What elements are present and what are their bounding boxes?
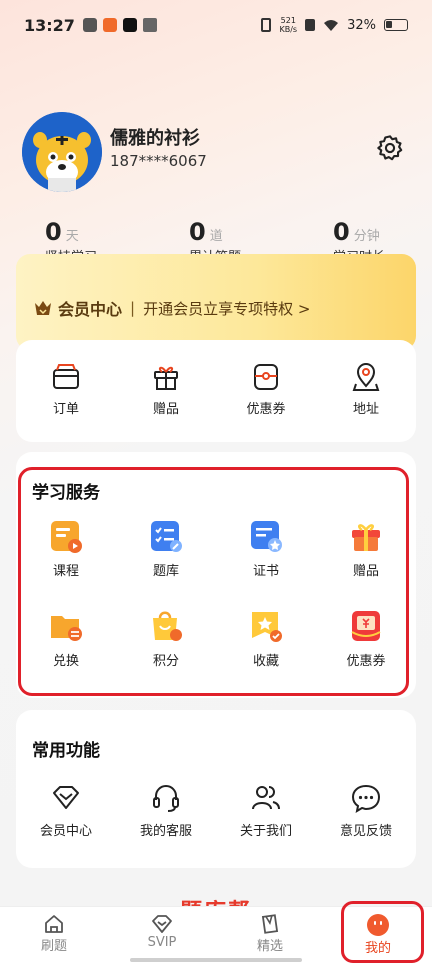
user-name: 儒雅的衬衫 xyxy=(110,128,200,149)
order-item-label: 地址 xyxy=(352,402,379,417)
stat-value: 0 xyxy=(45,218,62,246)
sim-icon xyxy=(305,19,316,31)
order-item-address[interactable]: 地址 xyxy=(316,362,416,417)
settings-gear-icon[interactable] xyxy=(376,134,404,162)
function-label: 我的客服 xyxy=(139,824,192,839)
coupon-icon xyxy=(254,364,278,390)
tab-label: 精选 xyxy=(256,939,283,954)
order-item-label: 赠品 xyxy=(152,402,179,417)
function-label: 会员中心 xyxy=(39,824,92,839)
headset-icon xyxy=(153,785,179,812)
stat-unit: 道 xyxy=(209,229,223,244)
home-indicator[interactable] xyxy=(130,958,302,962)
order-item-gifts[interactable]: 赠品 xyxy=(116,362,216,417)
function-label: 关于我们 xyxy=(239,824,292,839)
order-item-label: 订单 xyxy=(52,402,79,417)
order-item-coupons[interactable]: 优惠券 xyxy=(216,362,316,417)
status-time: 13:27 xyxy=(24,15,75,35)
vip-promo-link[interactable]: 开通会员立享专项特权 > xyxy=(143,298,310,319)
tiktok-icon xyxy=(122,18,137,32)
app-notification-icon xyxy=(102,18,117,32)
battery-icon xyxy=(384,19,408,31)
home-icon xyxy=(45,915,63,933)
vip-banner[interactable]: 会员中心 | 开通会员立享专项特权 > xyxy=(16,254,416,350)
wallet-icon xyxy=(53,364,79,389)
function-customer-service[interactable]: 我的客服 xyxy=(116,782,216,839)
user-phone: 187****6067 xyxy=(110,152,207,170)
net-speed: 521 KB/s xyxy=(279,16,297,34)
net-speed-unit: KB/s xyxy=(279,25,298,34)
tab-label: 刷题 xyxy=(40,939,67,954)
notification-icons xyxy=(82,18,157,32)
diamond-icon xyxy=(152,915,172,933)
vip-separator: | xyxy=(130,299,136,317)
stat-value: 0 xyxy=(333,218,350,246)
stat-unit: 分钟 xyxy=(353,229,380,244)
status-bar: 13:27 521 KB/s 32% xyxy=(0,0,432,50)
crown-icon xyxy=(142,18,157,32)
function-about-us[interactable]: 关于我们 xyxy=(216,782,316,839)
app-notification-icon xyxy=(82,18,97,32)
vip-title: 会员中心 xyxy=(58,300,123,319)
order-item-orders[interactable]: 订单 xyxy=(16,362,116,417)
tab-svip[interactable]: SVIP xyxy=(108,907,216,964)
users-icon xyxy=(252,786,280,810)
orders-card: 订单 赠品 优惠券 地址 xyxy=(16,340,416,442)
net-speed-value: 521 xyxy=(280,16,296,25)
gift-icon xyxy=(154,366,178,390)
vip-crown-icon xyxy=(35,301,51,315)
common-functions-card: 常用功能 会员中心 我的客服 关于我们 意见反馈 xyxy=(16,710,416,868)
common-functions-title: 常用功能 xyxy=(32,741,100,761)
battery-percent: 32% xyxy=(347,17,376,33)
wifi-icon xyxy=(324,19,339,31)
tab-featured[interactable]: 精选 xyxy=(216,907,324,964)
stat-value: 0 xyxy=(189,218,206,246)
diamond-icon xyxy=(53,786,79,809)
battery-fill xyxy=(386,21,392,28)
function-vip-center[interactable]: 会员中心 xyxy=(16,782,116,839)
tab-mine-highlight-box xyxy=(341,901,424,963)
order-item-label: 优惠券 xyxy=(246,402,286,417)
bookmark-icon xyxy=(261,914,279,934)
vibrate-icon xyxy=(261,18,272,32)
tab-label: SVIP xyxy=(147,935,177,950)
function-feedback[interactable]: 意见反馈 xyxy=(316,782,416,839)
study-services-highlight-box xyxy=(18,467,409,696)
profile-header: 儒雅的衬衫 187****6067 xyxy=(22,112,410,192)
stat-unit: 天 xyxy=(65,229,79,244)
function-label: 意见反馈 xyxy=(339,824,392,839)
tab-practice[interactable]: 刷题 xyxy=(0,907,108,964)
tiger-avatar-icon xyxy=(22,112,102,192)
avatar[interactable] xyxy=(22,112,102,192)
location-icon xyxy=(352,363,380,391)
chat-bubble-icon xyxy=(351,784,381,814)
